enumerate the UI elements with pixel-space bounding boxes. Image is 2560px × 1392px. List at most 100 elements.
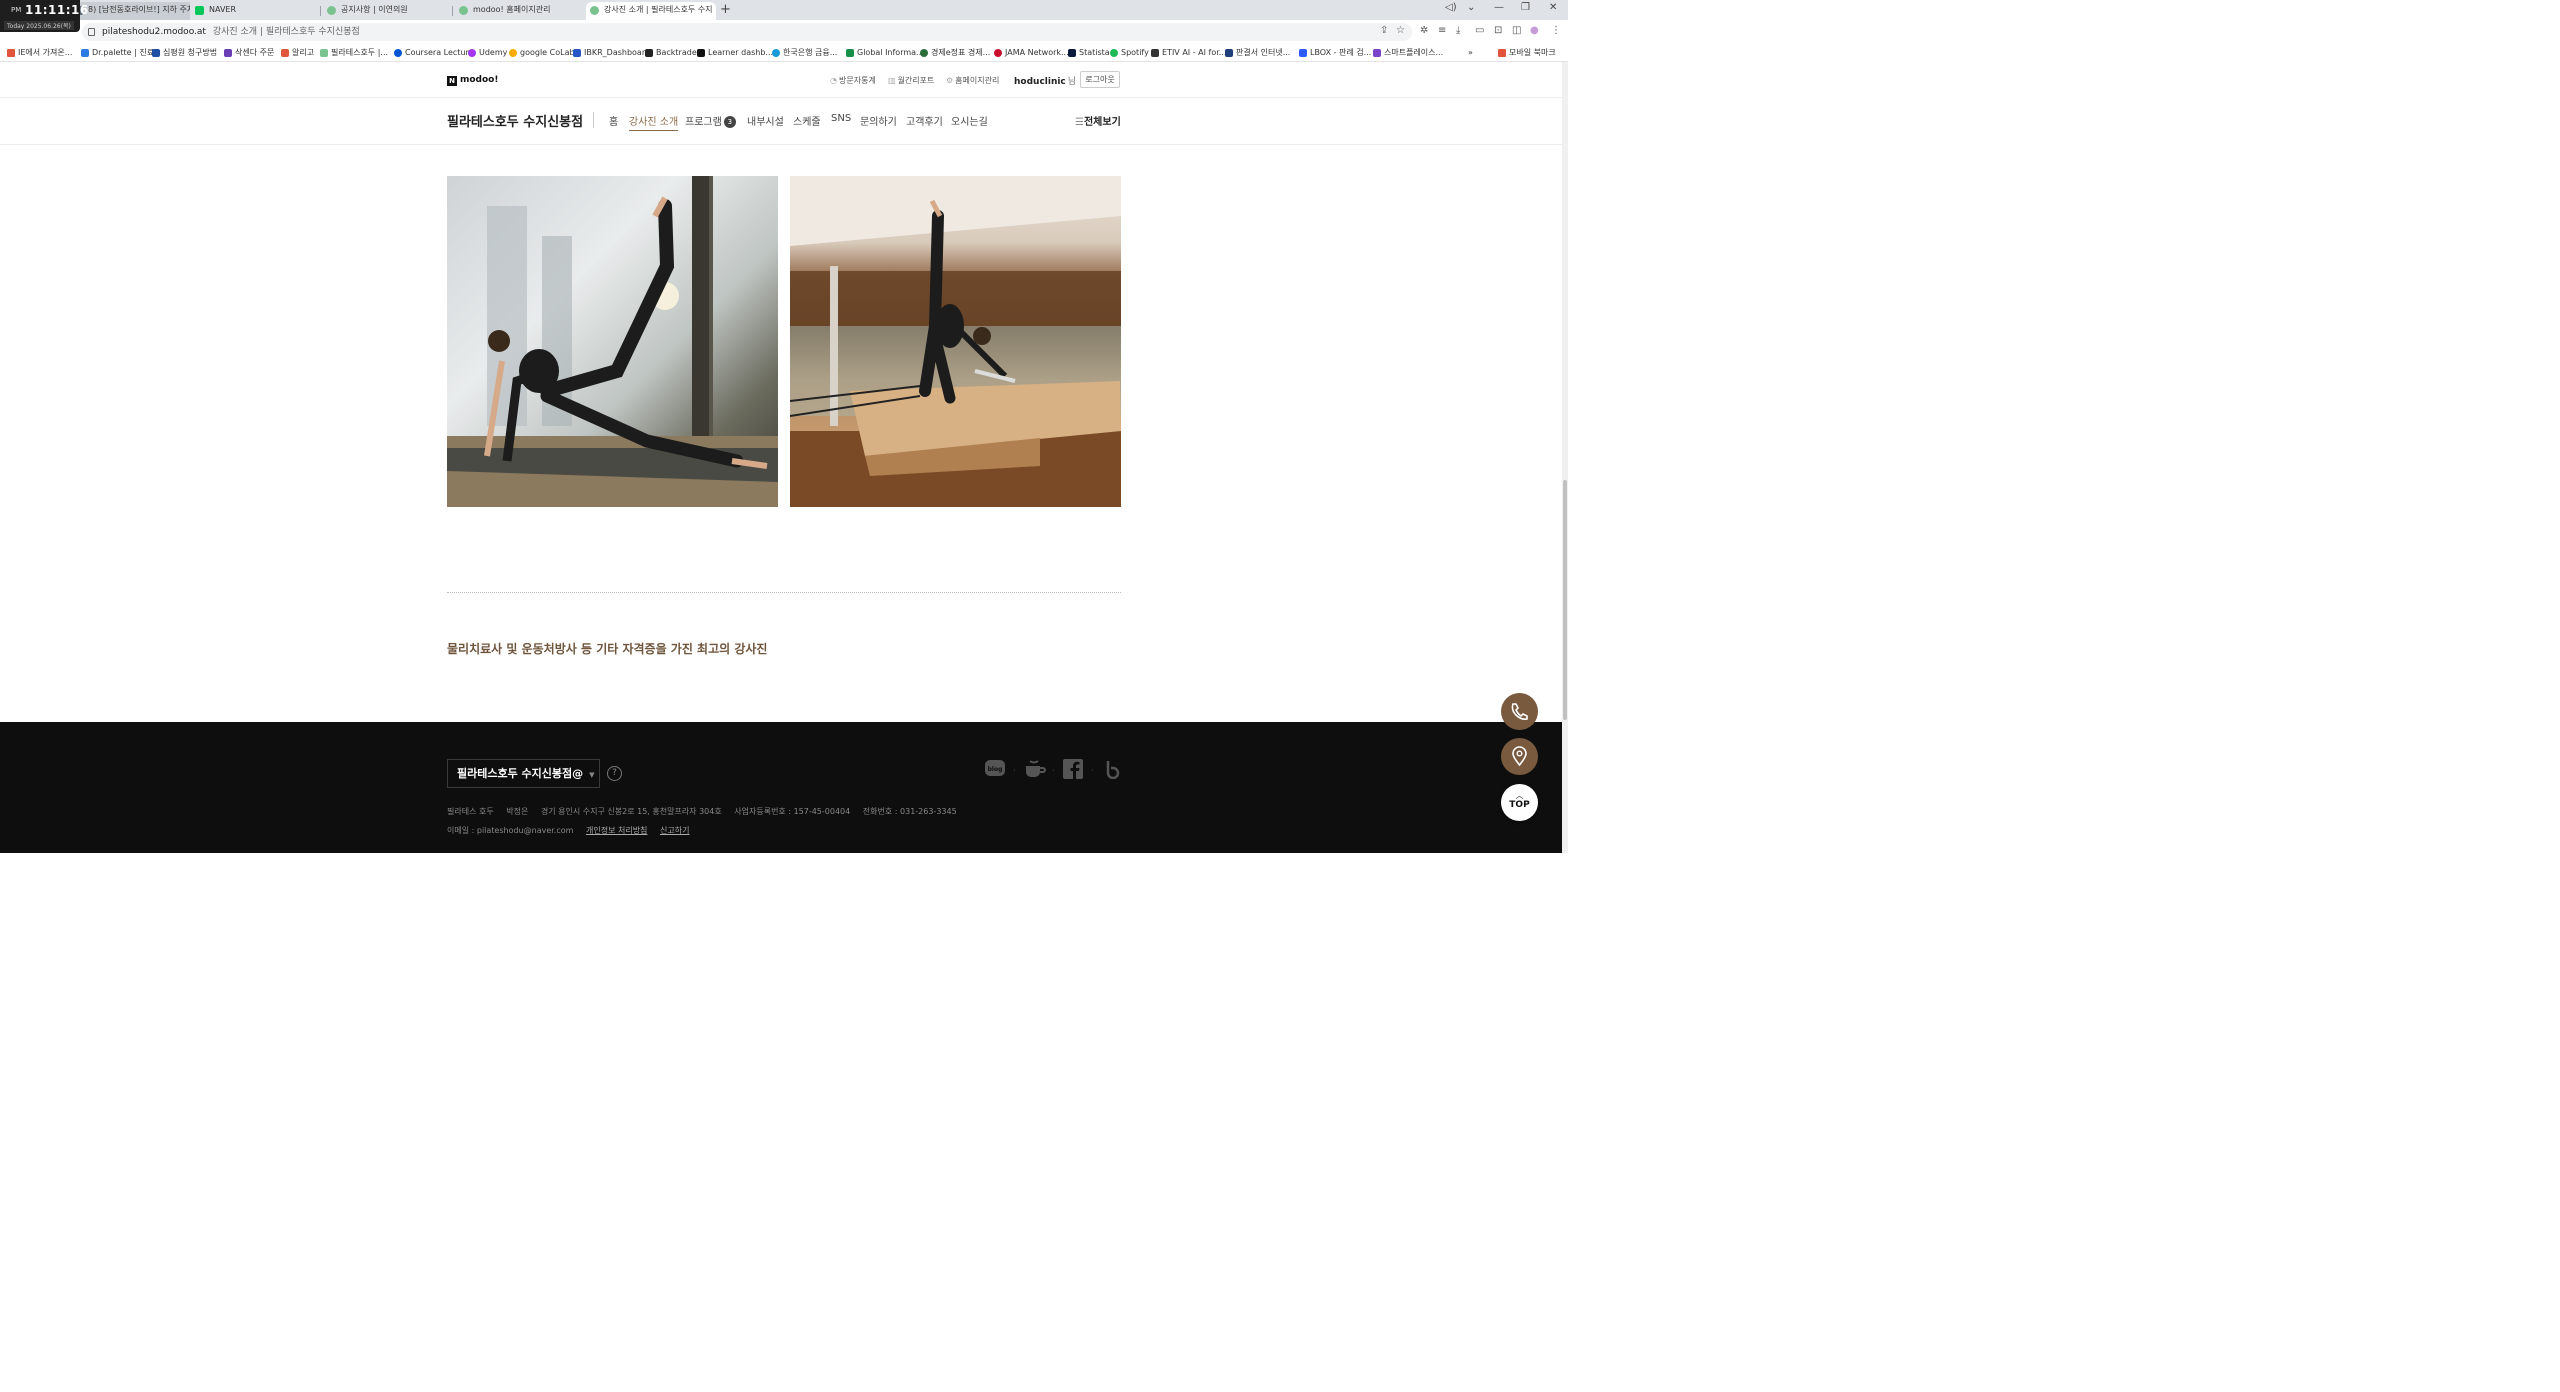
privacy-policy-link[interactable]: 개인정보 처리방침	[586, 826, 647, 835]
nav-facilities[interactable]: 내부시설	[747, 113, 784, 128]
bookmark-item[interactable]: LBOX - 판례 검...	[1299, 47, 1371, 59]
bookmark-item[interactable]: ETIV AI - AI for...	[1151, 47, 1226, 59]
blog-icon[interactable]: blog	[985, 760, 1005, 776]
menu-icon[interactable]: ⋮	[1551, 25, 1561, 36]
mobile-bookmarks-folder[interactable]: 모바일 북마크	[1498, 47, 1556, 59]
bookmark-item[interactable]: Coursera Lecture	[394, 47, 474, 59]
site-footer: 필라테스호두 수지신봉점@ ▼ ? blog · · · 필라테스 호두 박정은 …	[0, 722, 1568, 853]
band-icon[interactable]	[1103, 759, 1123, 780]
nav-schedule[interactable]: 스케줄	[793, 113, 821, 128]
bookmark-overflow-button[interactable]: »	[1468, 47, 1473, 59]
report-link[interactable]: 신고하기	[660, 826, 689, 835]
download-icon[interactable]: ⤓	[1456, 25, 1460, 36]
profile-icon[interactable]: ●	[1530, 25, 1539, 36]
tab-item-active[interactable]: 강사진 소개 | 필라테스호두 수지	[586, 2, 716, 20]
nav-inquiry[interactable]: 문의하기	[860, 113, 897, 128]
bookmark-item[interactable]: Spotify	[1110, 47, 1149, 59]
url-title: 강사진 소개 | 필라테스호두 수지신봉점	[212, 27, 360, 37]
bookmark-item[interactable]: Backtrader	[645, 47, 700, 59]
bookmark-label: 한국은행 금융...	[783, 48, 838, 57]
view-all-label: 전체보기	[1083, 117, 1121, 128]
tab-item[interactable]: NAVER	[191, 2, 321, 20]
bookmark-item[interactable]: 한국은행 금융...	[772, 47, 837, 59]
cafe-icon[interactable]	[1024, 760, 1046, 780]
tab-item[interactable]: modoo! 홈페이지관리	[455, 2, 585, 20]
bookmark-favicon-icon	[224, 49, 232, 57]
visitor-stats-link[interactable]: ◔ 방문자통계	[830, 75, 876, 86]
bookmark-item[interactable]: 삭센다 주문	[224, 47, 274, 59]
address-bar[interactable]: pilateshodu2.modoo.at 강사진 소개 | 필라테스호두 수지…	[82, 23, 1412, 41]
screenshot-icon[interactable]: ⊡	[1494, 25, 1502, 36]
bookmark-favicon-icon	[320, 49, 328, 57]
monthly-report-link[interactable]: ▥ 월간리포트	[888, 75, 934, 86]
bookmark-item[interactable]: Statista	[1068, 47, 1110, 59]
modoo-favicon-icon	[459, 6, 468, 15]
clock-widget: PM 11:11:16 Today 2025.06.26(목)	[0, 0, 88, 32]
video-icon[interactable]: ▭	[1475, 25, 1484, 36]
extension-icon[interactable]: ✲	[1420, 25, 1428, 36]
nav-home[interactable]: 홈	[609, 113, 618, 128]
nav-programs[interactable]: 프로그램 3	[685, 113, 736, 128]
nav-reviews[interactable]: 고객후기	[906, 113, 943, 128]
select-value: 필라테스호두 수지신봉점@	[457, 767, 584, 780]
bookmark-item[interactable]: Global Informa...	[846, 47, 924, 59]
page-scrollbar[interactable]	[1562, 62, 1568, 853]
facebook-icon[interactable]	[1063, 759, 1083, 779]
bookmark-label: IBKR_Dashboard	[584, 48, 651, 57]
homepage-admin-link[interactable]: ⚙ 홈페이지관리	[946, 75, 999, 86]
minimize-icon[interactable]: —	[1494, 2, 1504, 13]
bookmark-label: Statista	[1079, 48, 1110, 57]
restore-icon[interactable]: ❐	[1521, 2, 1530, 13]
view-all-button[interactable]: ☰전체보기	[1075, 113, 1121, 128]
help-icon[interactable]: ?	[607, 766, 622, 781]
bookmark-label: 모바일 북마크	[1509, 48, 1556, 57]
bookmark-folder[interactable]: IE에서 가져온...	[7, 47, 72, 59]
site-title[interactable]: 필라테스호두 수지신봉점	[447, 111, 583, 130]
tab-separator	[320, 6, 321, 16]
new-tab-button[interactable]: +	[720, 2, 731, 17]
sidebar-icon[interactable]: ◫	[1512, 25, 1521, 36]
scrollbar-thumb[interactable]	[1563, 480, 1567, 720]
bookmark-item[interactable]: 판결서 인터넷...	[1225, 47, 1290, 59]
phone-icon	[1511, 703, 1528, 720]
tab-strip: 8) [남전동호라이브!] 지하 주차 NAVER 공지사항 | 이연의원 mo…	[0, 0, 1568, 20]
bookmark-item[interactable]: Learner dashb...	[697, 47, 773, 59]
logout-button[interactable]: 로그아웃	[1080, 71, 1120, 88]
nav-directions[interactable]: 오시는길	[951, 113, 988, 128]
tab-item[interactable]: 공지사항 | 이연의원	[323, 2, 453, 20]
bookmark-item[interactable]: Udemy	[468, 47, 507, 59]
nav-sns[interactable]: SNS	[831, 113, 851, 124]
sns-separator: ·	[1091, 766, 1094, 775]
map-button[interactable]	[1501, 738, 1538, 775]
bookmark-item[interactable]: IBKR_Dashboard	[573, 47, 650, 59]
chevron-down-icon[interactable]: ⌄	[1467, 2, 1475, 13]
bookmark-item[interactable]: 알리고	[281, 47, 314, 59]
bookmark-favicon-icon	[1299, 49, 1307, 57]
bookmark-item[interactable]: JAMA Network...	[994, 47, 1069, 59]
modoo-logo[interactable]: Nmodoo!	[447, 75, 498, 86]
folder-icon	[1498, 49, 1506, 57]
reading-list-icon[interactable]: ≡	[1438, 25, 1446, 36]
instructor-photo-reformer	[790, 176, 1121, 507]
call-button[interactable]	[1501, 693, 1538, 730]
bookmark-label: ETIV AI - AI for...	[1162, 48, 1227, 57]
close-icon[interactable]: ✕	[1549, 2, 1557, 13]
bookmark-item[interactable]: 필라테스호두 |...	[320, 47, 388, 59]
bookmark-favicon-icon	[772, 49, 780, 57]
bookmark-item[interactable]: 경제e정표 경제...	[920, 47, 990, 59]
bookmark-label: JAMA Network...	[1005, 48, 1069, 57]
user-id: hoduclinic	[1014, 77, 1066, 87]
bookmark-favicon-icon	[509, 49, 517, 57]
star-icon[interactable]: ☆	[1396, 25, 1405, 36]
bookmark-item[interactable]: google CoLab	[509, 47, 575, 59]
bookmark-item[interactable]: 심평원 청구방법	[152, 47, 217, 59]
nav-instructors[interactable]: 강사진 소개	[629, 113, 679, 131]
share-icon[interactable]: ⇪	[1380, 25, 1388, 36]
site-select-dropdown[interactable]: 필라테스호두 수지신봉점@ ▼	[447, 759, 600, 788]
bookmark-item[interactable]: 스마트플레이스...	[1373, 47, 1443, 59]
scroll-top-button[interactable]: ︿ TOP	[1501, 784, 1538, 821]
business-number: 사업자등록번호 : 157-45-00404	[734, 807, 851, 816]
bookmark-item[interactable]: Dr.palette | 진료	[81, 47, 154, 59]
instructor-caption: 물리치료사 및 운동처방사 등 기타 자격증을 가진 최고의 강사진	[447, 642, 768, 656]
speaker-icon[interactable]: ◁)	[1445, 2, 1457, 13]
